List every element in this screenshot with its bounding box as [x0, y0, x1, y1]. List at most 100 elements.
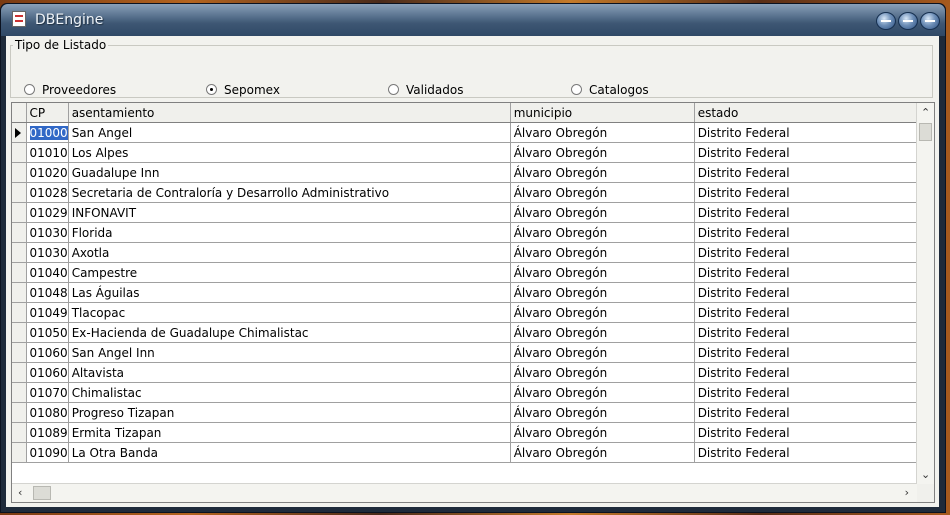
cell-cp[interactable]: 01040: [26, 262, 69, 283]
vertical-scrollbar[interactable]: ⌃ ⌄: [916, 103, 934, 484]
table-row[interactable]: 01040 Campestre Álvaro Obregón Distrito Fed…: [12, 262, 922, 283]
cell-asentamiento[interactable]: Los Alpes: [68, 142, 511, 163]
cell-asentamiento[interactable]: INFONAVIT: [68, 202, 511, 223]
cell-municipio[interactable]: Álvaro Obregón: [510, 442, 695, 463]
cell-estado[interactable]: Distrito Federal: [694, 362, 922, 383]
cell-municipio[interactable]: Álvaro Obregón: [510, 242, 695, 263]
cell-estado[interactable]: Distrito Federal: [694, 302, 922, 323]
table-row[interactable]: 01089 Ermita Tizapan Álvaro Obregón Distrit…: [12, 422, 922, 443]
table-row[interactable]: 01030 Florida Álvaro Obregón Distrito Feder…: [12, 222, 922, 243]
column-header-asentamiento[interactable]: asentamiento: [68, 103, 511, 123]
cell-cp[interactable]: 01050: [26, 322, 69, 343]
cell-estado[interactable]: Distrito Federal: [694, 262, 922, 283]
row-indicator[interactable]: [12, 182, 27, 203]
row-indicator[interactable]: [12, 242, 27, 263]
row-indicator[interactable]: [12, 402, 27, 423]
cell-estado[interactable]: Distrito Federal: [694, 282, 922, 303]
radio-validados-label[interactable]: Validados: [406, 82, 463, 98]
radio-proveedores-dot[interactable]: [24, 84, 35, 95]
cell-estado[interactable]: Distrito Federal: [694, 322, 922, 343]
cell-cp[interactable]: 01070: [26, 382, 69, 403]
cell-cp[interactable]: 01049: [26, 302, 69, 323]
cell-cp[interactable]: 01028: [26, 182, 69, 203]
cell-cp[interactable]: 01020: [26, 162, 69, 183]
cell-asentamiento[interactable]: La Otra Banda: [68, 442, 511, 463]
cell-estado[interactable]: Distrito Federal: [694, 422, 922, 443]
cell-municipio[interactable]: Álvaro Obregón: [510, 382, 695, 403]
table-row[interactable]: 01080 Progreso Tizapan Álvaro Obregón Distr…: [12, 402, 922, 423]
cell-cp[interactable]: 01030: [26, 242, 69, 263]
cell-estado[interactable]: Distrito Federal: [694, 162, 922, 183]
cell-cp[interactable]: 01010: [26, 142, 69, 163]
table-row[interactable]: 01020 Guadalupe Inn Álvaro Obregón Distrito…: [12, 162, 922, 183]
row-indicator[interactable]: [12, 162, 27, 183]
cell-cp[interactable]: 01060: [26, 362, 69, 383]
row-indicator[interactable]: [12, 362, 27, 383]
row-indicator[interactable]: [12, 302, 27, 323]
cell-estado[interactable]: Distrito Federal: [694, 122, 922, 143]
cell-estado[interactable]: Distrito Federal: [694, 342, 922, 363]
cell-cp[interactable]: 01000: [26, 122, 69, 143]
table-row[interactable]: 01049 Tlacopac Álvaro Obregón Distrito Fede…: [12, 302, 922, 323]
cell-municipio[interactable]: Álvaro Obregón: [510, 162, 695, 183]
cell-estado[interactable]: Distrito Federal: [694, 382, 922, 403]
scroll-up-icon[interactable]: ⌃: [921, 107, 930, 118]
cell-municipio[interactable]: Álvaro Obregón: [510, 282, 695, 303]
cell-asentamiento[interactable]: Ex-Hacienda de Guadalupe Chimalistac: [68, 322, 511, 343]
table-row[interactable]: 01000 San Angel Álvaro Obregón Distrito Fed…: [12, 122, 922, 143]
cell-asentamiento[interactable]: Progreso Tizapan: [68, 402, 511, 423]
cell-municipio[interactable]: Álvaro Obregón: [510, 302, 695, 323]
cell-asentamiento[interactable]: Chimalistac: [68, 382, 511, 403]
row-indicator[interactable]: [12, 262, 27, 283]
column-header-estado[interactable]: estado: [694, 103, 922, 123]
cell-asentamiento[interactable]: Guadalupe Inn: [68, 162, 511, 183]
row-indicator[interactable]: [12, 422, 27, 443]
table-row[interactable]: 01030 Axotla Álvaro Obregón Distrito Federa…: [12, 242, 922, 263]
cell-estado[interactable]: Distrito Federal: [694, 142, 922, 163]
radio-catalogos-dot[interactable]: [571, 84, 582, 95]
radio-validados-dot[interactable]: [388, 84, 399, 95]
cell-cp[interactable]: 01090: [26, 442, 69, 463]
cell-asentamiento[interactable]: Ermita Tizapan: [68, 422, 511, 443]
table-row[interactable]: 01010 Los Alpes Álvaro Obregón Distrito Fed…: [12, 142, 922, 163]
column-header-cp[interactable]: CP: [26, 103, 69, 123]
radio-catalogos-label[interactable]: Catalogos: [589, 82, 649, 98]
scroll-right-icon[interactable]: ›: [905, 487, 909, 498]
radio-sepomex-label[interactable]: Sepomex: [224, 82, 280, 98]
cell-estado[interactable]: Distrito Federal: [694, 222, 922, 243]
row-indicator[interactable]: [12, 442, 27, 463]
row-indicator[interactable]: [12, 282, 27, 303]
row-indicator[interactable]: [12, 222, 27, 243]
cell-cp[interactable]: 01060: [26, 342, 69, 363]
table-row[interactable]: 01060 San Angel Inn Álvaro Obregón Distrito…: [12, 342, 922, 363]
cell-asentamiento[interactable]: Florida: [68, 222, 511, 243]
cell-estado[interactable]: Distrito Federal: [694, 442, 922, 463]
cell-municipio[interactable]: Álvaro Obregón: [510, 362, 695, 383]
cell-asentamiento[interactable]: Axotla: [68, 242, 511, 263]
cell-municipio[interactable]: Álvaro Obregón: [510, 262, 695, 283]
radio-sepomex-dot[interactable]: [206, 84, 217, 95]
cell-estado[interactable]: Distrito Federal: [694, 402, 922, 423]
cell-asentamiento[interactable]: San Angel: [68, 122, 511, 143]
column-header-municipio[interactable]: municipio: [510, 103, 695, 123]
table-row[interactable]: 01050 Ex-Hacienda de Guadalupe Chimalista…: [12, 322, 922, 343]
maximize-button[interactable]: [898, 12, 918, 30]
title-bar[interactable]: DBEngine: [1, 4, 945, 36]
row-indicator[interactable]: [12, 142, 27, 163]
cell-municipio[interactable]: Álvaro Obregón: [510, 202, 695, 223]
app-icon[interactable]: [12, 11, 26, 27]
row-indicator[interactable]: [12, 342, 27, 363]
cell-cp[interactable]: 01030: [26, 222, 69, 243]
cell-cp[interactable]: 01029: [26, 202, 69, 223]
table-row[interactable]: 01048 Las Águilas Álvaro Obregón Distrito F…: [12, 282, 922, 303]
cell-asentamiento[interactable]: San Angel Inn: [68, 342, 511, 363]
cell-municipio[interactable]: Álvaro Obregón: [510, 422, 695, 443]
cell-estado[interactable]: Distrito Federal: [694, 242, 922, 263]
cell-cp[interactable]: 01048: [26, 282, 69, 303]
cell-municipio[interactable]: Álvaro Obregón: [510, 342, 695, 363]
scroll-down-icon[interactable]: ⌄: [921, 469, 930, 480]
cell-municipio[interactable]: Álvaro Obregón: [510, 322, 695, 343]
table-row[interactable]: 01029 INFONAVIT Álvaro Obregón Distrito Fed…: [12, 202, 922, 223]
row-indicator[interactable]: [12, 122, 27, 143]
cell-asentamiento[interactable]: Tlacopac: [68, 302, 511, 323]
